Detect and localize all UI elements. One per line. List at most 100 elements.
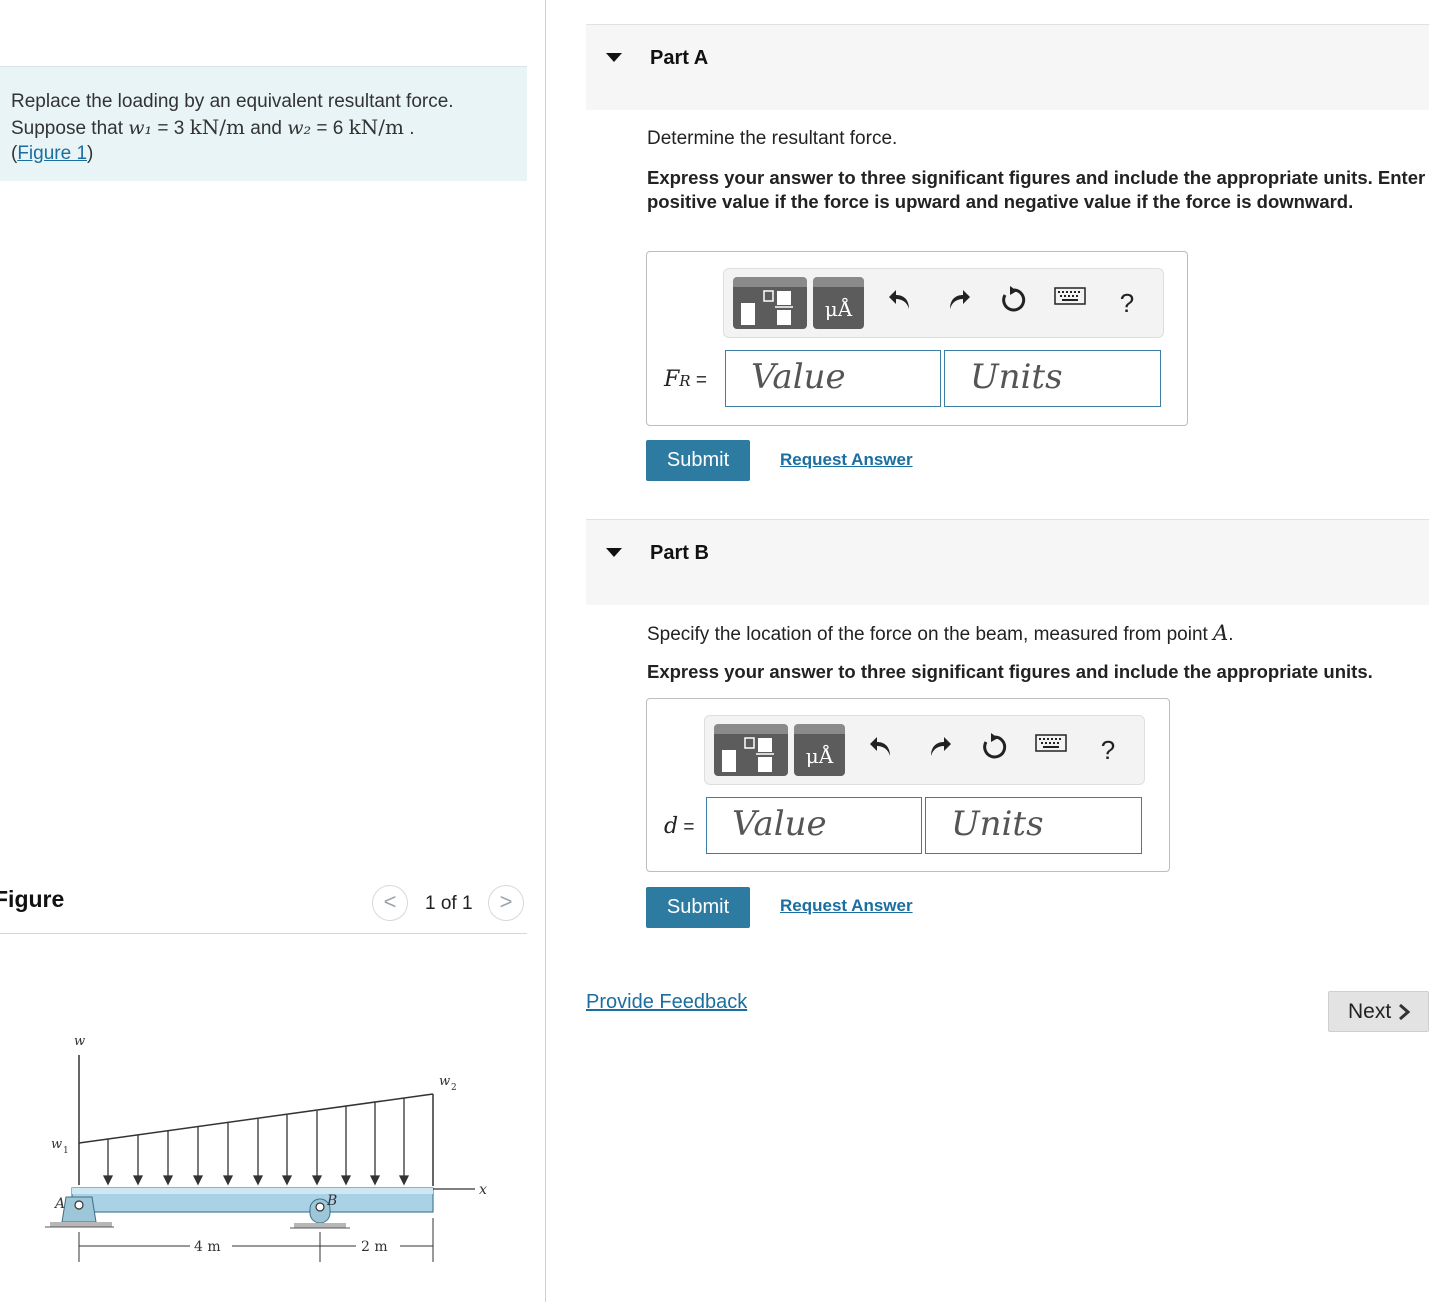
point-a-ref: A bbox=[1213, 621, 1229, 645]
redo-icon bbox=[950, 290, 970, 309]
figure-link[interactable]: Figure 1 bbox=[17, 143, 87, 164]
w2-variable: w₂ bbox=[287, 116, 312, 139]
dimension-4m: 4 m bbox=[194, 1239, 221, 1255]
part-b-answer-box: μÅ ? d = Value Units bbox=[646, 698, 1170, 872]
keyboard-icon bbox=[1054, 287, 1086, 305]
part-b-title: Part B bbox=[650, 542, 709, 564]
w2-equals: = 6 bbox=[311, 117, 349, 139]
part-a-toolbar: μÅ ? bbox=[723, 268, 1164, 338]
part-a-question: Determine the resultant force. bbox=[647, 128, 898, 149]
next-label: Next bbox=[1348, 1000, 1392, 1023]
point-a-label: A bbox=[53, 1196, 65, 1212]
part-b-value-input[interactable]: Value bbox=[706, 797, 922, 854]
chevron-right-icon: > bbox=[499, 889, 513, 914]
w2-unit: kN/m bbox=[348, 114, 404, 139]
units-icon: μÅ bbox=[824, 297, 853, 321]
collapse-triangle-icon[interactable] bbox=[606, 548, 622, 557]
templates-button[interactable] bbox=[733, 277, 807, 329]
help-button[interactable]: ? bbox=[1090, 732, 1126, 768]
units-placeholder: Units bbox=[951, 804, 1044, 844]
part-a-title: Part A bbox=[650, 47, 709, 69]
problem-panel: Replace the loading by an equivalent res… bbox=[0, 0, 546, 1302]
reset-button[interactable] bbox=[996, 285, 1032, 321]
beam-highlight bbox=[72, 1188, 433, 1194]
d-label: d = bbox=[664, 814, 694, 839]
help-icon: ? bbox=[1119, 288, 1135, 318]
templates-icon bbox=[722, 737, 774, 772]
help-button[interactable]: ? bbox=[1109, 285, 1145, 321]
problem-line-1: Replace the loading by an equivalent res… bbox=[11, 91, 454, 112]
problem-statement: Replace the loading by an equivalent res… bbox=[0, 66, 527, 181]
part-b-header[interactable]: Part B bbox=[586, 519, 1429, 605]
units-icon: μÅ bbox=[805, 744, 834, 768]
load-top-line bbox=[78, 1093, 434, 1144]
units-placeholder: Units bbox=[970, 357, 1063, 397]
d-variable: d bbox=[664, 814, 679, 839]
templates-icon bbox=[741, 290, 793, 325]
reset-icon bbox=[1002, 286, 1026, 312]
part-b-question-end: . bbox=[1228, 624, 1234, 645]
keyboard-button[interactable] bbox=[1033, 732, 1069, 768]
part-a-header[interactable]: Part A bbox=[586, 24, 1429, 110]
beam-figure: w w 1 w 2 x A B 4 m 2 m bbox=[45, 1034, 487, 1262]
units-button[interactable]: μÅ bbox=[794, 724, 845, 776]
part-a-request-answer-link[interactable]: Request Answer bbox=[780, 450, 913, 470]
part-b-instructions: Express your answer to three significant… bbox=[647, 661, 1373, 682]
part-a-units-input[interactable]: Units bbox=[944, 350, 1161, 407]
reset-button[interactable] bbox=[977, 732, 1013, 768]
figure-prev-button[interactable]: < bbox=[372, 885, 408, 921]
and-text: and bbox=[244, 117, 288, 139]
w1-label: w bbox=[51, 1137, 62, 1152]
dimension-2m: 2 m bbox=[361, 1239, 388, 1255]
figure-header: Figure < 1 of 1 > bbox=[0, 876, 527, 934]
fr-label: FR = bbox=[664, 367, 707, 392]
w2-label: w bbox=[439, 1074, 450, 1089]
period: . bbox=[403, 117, 415, 139]
collapse-triangle-icon[interactable] bbox=[606, 53, 622, 62]
fr-equals: = bbox=[690, 370, 707, 391]
suppose-text: Suppose that bbox=[11, 117, 123, 139]
keyboard-button[interactable] bbox=[1052, 285, 1088, 321]
part-b-request-answer-link[interactable]: Request Answer bbox=[780, 896, 913, 916]
redo-button[interactable] bbox=[940, 285, 976, 321]
problem-line-3: (Figure 1) bbox=[11, 143, 94, 164]
reset-icon bbox=[983, 733, 1007, 759]
part-a-submit-button[interactable]: Submit bbox=[646, 440, 750, 481]
d-equals: = bbox=[678, 817, 695, 838]
keyboard-icon bbox=[1035, 734, 1067, 752]
value-placeholder: Value bbox=[732, 804, 827, 844]
problem-line-2: Suppose that w₁ = 3 kN/m and w₂ = 6 kN/m… bbox=[11, 115, 527, 142]
part-a-answer-box: μÅ ? FR = Value Units bbox=[646, 251, 1188, 426]
figure-next-button[interactable]: > bbox=[488, 885, 524, 921]
chevron-right-icon bbox=[1399, 1003, 1411, 1021]
undo-icon bbox=[889, 290, 909, 309]
w1-equals: = 3 bbox=[152, 117, 190, 139]
part-a-instructions: Express your answer to three significant… bbox=[647, 167, 1426, 212]
w2-subscript: 2 bbox=[451, 1083, 457, 1093]
part-b-submit-button[interactable]: Submit bbox=[646, 887, 750, 928]
chevron-left-icon: < bbox=[383, 889, 397, 914]
w1-unit: kN/m bbox=[189, 114, 245, 139]
units-button[interactable]: μÅ bbox=[813, 277, 864, 329]
undo-button[interactable] bbox=[883, 285, 919, 321]
column-divider bbox=[545, 0, 546, 1302]
part-a-value-input[interactable]: Value bbox=[725, 350, 941, 407]
provide-feedback-link[interactable]: Provide Feedback bbox=[586, 991, 747, 1014]
part-b-toolbar: μÅ ? bbox=[704, 715, 1145, 785]
redo-button[interactable] bbox=[921, 732, 957, 768]
next-button[interactable]: Next bbox=[1328, 991, 1429, 1032]
part-b-question: Specify the location of the force on the… bbox=[647, 621, 1234, 647]
value-placeholder: Value bbox=[751, 357, 846, 397]
fr-variable: F bbox=[664, 367, 680, 392]
undo-button[interactable] bbox=[864, 732, 900, 768]
templates-button[interactable] bbox=[714, 724, 788, 776]
x-axis-label: x bbox=[479, 1182, 487, 1198]
part-b-units-input[interactable]: Units bbox=[925, 797, 1142, 854]
w-axis-label: w bbox=[74, 1034, 85, 1049]
figure-title: Figure bbox=[0, 886, 65, 912]
w1-subscript: 1 bbox=[63, 1146, 69, 1156]
w1-variable: w₁ bbox=[128, 116, 153, 139]
part-b-question-text: Specify the location of the force on the… bbox=[647, 624, 1214, 645]
redo-icon bbox=[931, 737, 951, 756]
load-arrows bbox=[102, 1098, 410, 1186]
